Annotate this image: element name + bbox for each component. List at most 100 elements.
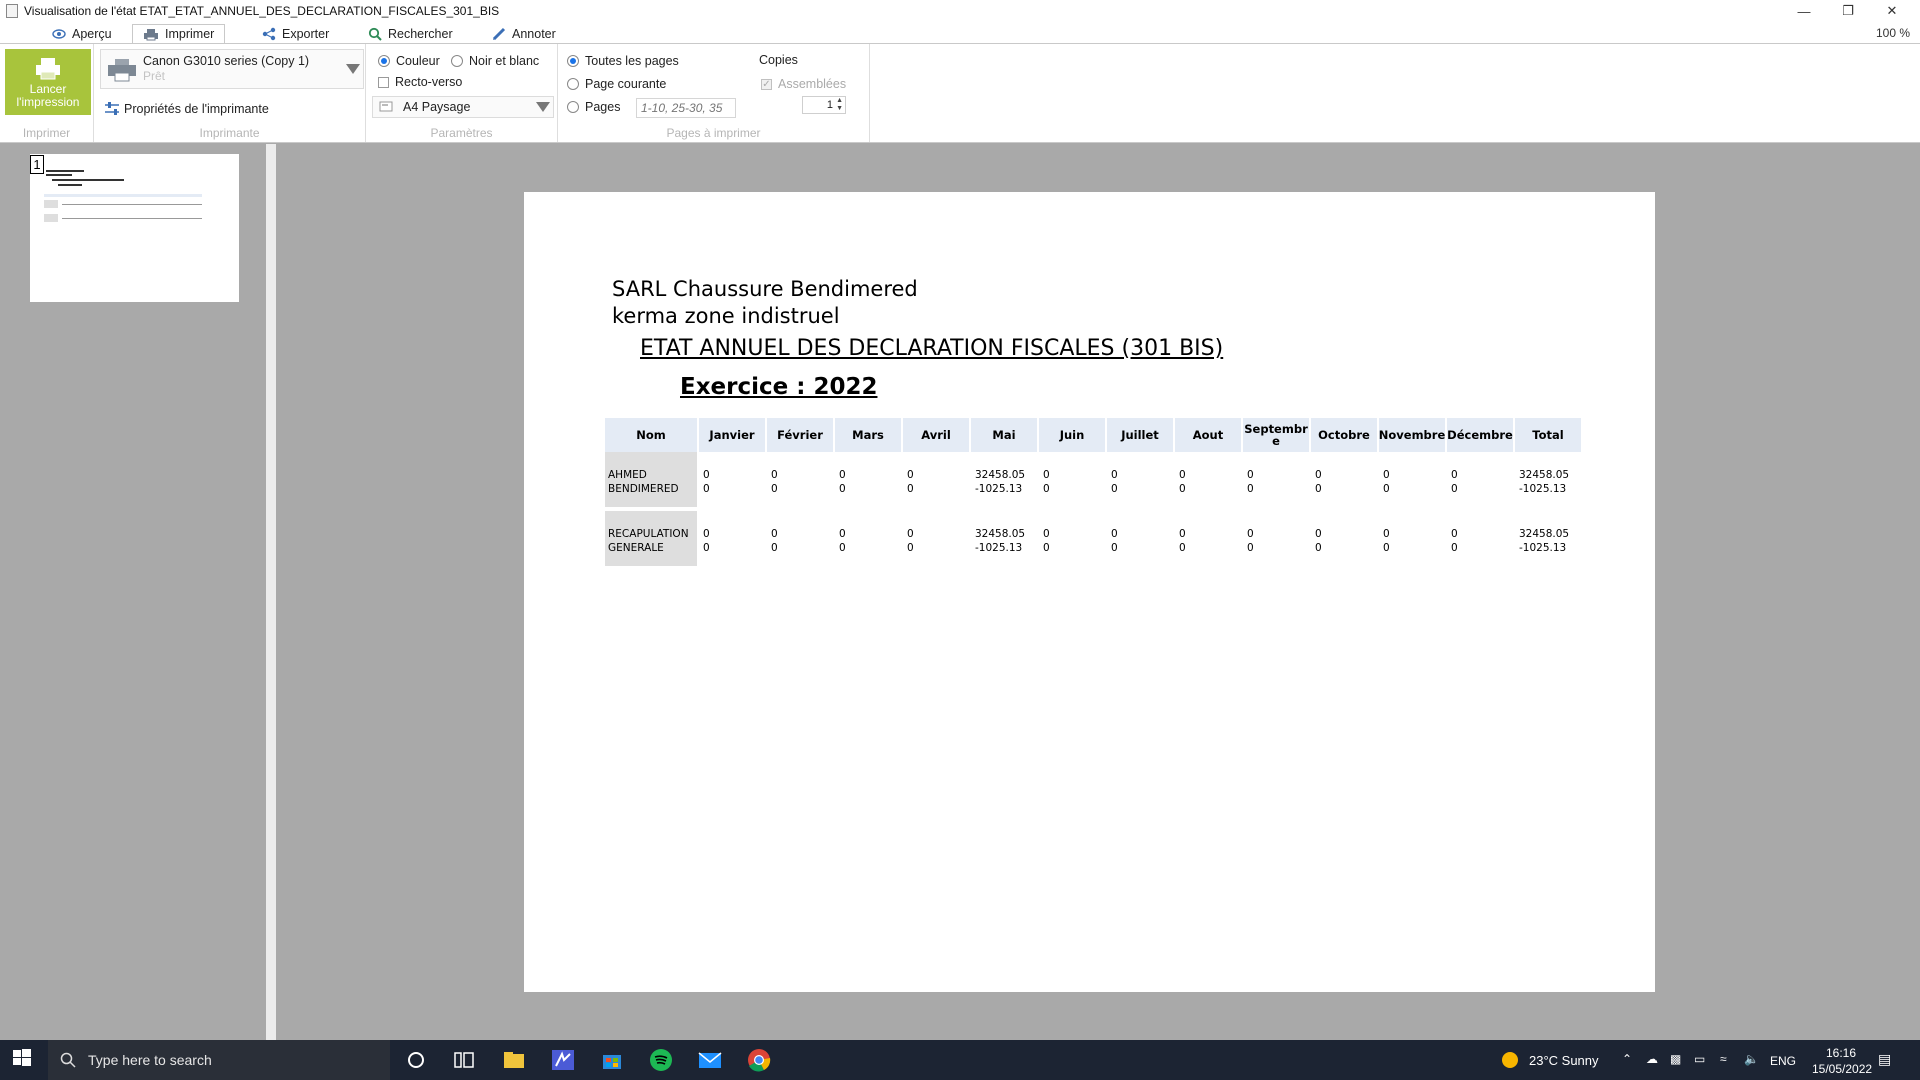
tab-imprimer[interactable]: Imprimer bbox=[132, 24, 226, 44]
row-name: RECAPULATION GENERALE bbox=[608, 528, 689, 554]
copies-stepper[interactable]: 1 ▲ ▼ bbox=[802, 96, 846, 114]
duplex-option[interactable]: Recto-verso bbox=[378, 75, 462, 89]
all-pages-label: Toutes les pages bbox=[585, 54, 679, 68]
printer-status: Prêt bbox=[143, 69, 166, 83]
table-cell: 00 bbox=[1451, 528, 1458, 554]
table-header-cell: Octobre bbox=[1311, 418, 1379, 452]
pane-splitter[interactable] bbox=[266, 144, 276, 1040]
radio-current-page[interactable] bbox=[567, 78, 579, 90]
window-title: Visualisation de l'état ETAT_ETAT_ANNUEL… bbox=[24, 4, 500, 18]
table-cell: 00 bbox=[1383, 469, 1390, 495]
chevron-up-icon[interactable]: ⌃ bbox=[1622, 1052, 1632, 1066]
chrome-icon[interactable] bbox=[747, 1048, 771, 1072]
volume-icon[interactable]: 🔈 bbox=[1744, 1052, 1759, 1066]
tab-apercu-label: Aperçu bbox=[72, 27, 112, 41]
printer-icon bbox=[108, 59, 136, 82]
table-cell: 00 bbox=[907, 528, 914, 554]
tab-rechercher[interactable]: Rechercher bbox=[358, 24, 463, 44]
eye-icon bbox=[52, 29, 66, 39]
notification-icon[interactable]: ▤ bbox=[1878, 1051, 1891, 1068]
app-icon[interactable] bbox=[551, 1048, 575, 1072]
paper-size-select[interactable]: A4 Paysage bbox=[372, 96, 554, 118]
restore-button[interactable]: ❐ bbox=[1826, 0, 1870, 22]
pages-range-input[interactable] bbox=[636, 98, 736, 118]
close-button[interactable]: ✕ bbox=[1870, 0, 1914, 22]
table-header-cell: Mars bbox=[835, 418, 903, 452]
language-indicator[interactable]: ENG bbox=[1770, 1054, 1796, 1068]
table-header-cell: Septembr e bbox=[1243, 418, 1311, 452]
table-header-row: Nom Janvier Février Mars Avril Mai Juin Juillet… bbox=[605, 418, 1583, 452]
tab-exporter[interactable]: Exporter bbox=[252, 24, 339, 44]
table-cell: 00 bbox=[1043, 469, 1050, 495]
report-page: SARL Chaussure Bendimered kerma zone ind… bbox=[524, 192, 1655, 992]
color-label: Couleur bbox=[396, 54, 440, 68]
radio-pages[interactable] bbox=[567, 101, 579, 113]
company-address: kerma zone indistruel bbox=[612, 304, 840, 328]
group-label-pages: Pages à imprimer bbox=[666, 126, 761, 140]
sun-icon[interactable] bbox=[1500, 1050, 1520, 1070]
table-cell: 00 bbox=[771, 469, 778, 495]
chevron-down-icon[interactable] bbox=[533, 97, 553, 117]
table-header-cell: Juillet bbox=[1107, 418, 1175, 452]
task-view-icon[interactable] bbox=[452, 1048, 476, 1072]
radio-all-pages[interactable] bbox=[567, 55, 579, 67]
wifi-icon[interactable]: ≈ bbox=[1720, 1052, 1727, 1066]
table-cell: 00 bbox=[1043, 528, 1050, 554]
all-pages-option[interactable]: Toutes les pages bbox=[567, 54, 679, 68]
checkbox-duplex[interactable] bbox=[378, 76, 389, 88]
table-cell: 32458.05 -1025.13 bbox=[975, 528, 1026, 554]
checkbox-collated[interactable]: ✓ bbox=[761, 78, 772, 90]
printer-icon bbox=[36, 58, 60, 80]
print-button-label: Lancer l'impression bbox=[16, 82, 80, 109]
radio-color[interactable] bbox=[378, 55, 390, 67]
table-cell: 00 bbox=[1247, 528, 1254, 554]
table-cell: 32458.05 -1025.13 bbox=[1519, 469, 1570, 495]
clock[interactable]: 16:16 15/05/2022 bbox=[1812, 1045, 1872, 1077]
print-button[interactable]: Lancer l'impression bbox=[5, 49, 91, 115]
radio-bw[interactable] bbox=[451, 55, 463, 67]
printer-name: Canon G3010 series (Copy 1) bbox=[143, 54, 310, 68]
chevron-down-icon[interactable] bbox=[343, 50, 363, 88]
pages-option[interactable]: Pages bbox=[567, 100, 620, 114]
collated-label: Assemblées bbox=[778, 77, 847, 91]
cloud-icon[interactable]: ☁ bbox=[1646, 1052, 1658, 1066]
zoom-level: 100 % bbox=[1875, 26, 1910, 40]
battery-icon[interactable]: ▭ bbox=[1694, 1052, 1705, 1066]
windows-start-icon[interactable] bbox=[12, 1048, 36, 1072]
file-explorer-icon[interactable] bbox=[502, 1048, 526, 1072]
copies-label: Copies bbox=[759, 53, 798, 67]
stepper-arrows-icon[interactable]: ▲ ▼ bbox=[836, 97, 843, 113]
tab-annoter[interactable]: Annoter bbox=[482, 24, 566, 44]
group-label-params: Paramètres bbox=[430, 126, 493, 140]
bw-option[interactable]: Noir et blanc bbox=[451, 54, 539, 68]
spotify-icon[interactable] bbox=[649, 1048, 673, 1072]
device-icon[interactable]: ▩ bbox=[1670, 1052, 1681, 1066]
table-header-cell: Total bbox=[1515, 418, 1583, 452]
printer-properties-button[interactable]: Propriétés de l'imprimante bbox=[104, 102, 269, 116]
search-icon bbox=[60, 1052, 76, 1068]
paper-size-value: A4 Paysage bbox=[403, 100, 471, 114]
table-cell: 00 bbox=[1451, 469, 1458, 495]
color-option[interactable]: Couleur bbox=[378, 54, 440, 68]
mail-icon[interactable] bbox=[698, 1048, 722, 1072]
table-cell: 00 bbox=[771, 528, 778, 554]
clock-time: 16:16 bbox=[1825, 1046, 1857, 1060]
table-cell: 00 bbox=[1315, 528, 1322, 554]
table-cell: 32458.05 -1025.13 bbox=[1519, 528, 1570, 554]
printer-select[interactable]: Canon G3010 series (Copy 1) Prêt bbox=[100, 49, 364, 89]
group-label-print: Imprimer bbox=[22, 126, 71, 140]
weather-text[interactable]: 23°C Sunny bbox=[1529, 1053, 1599, 1068]
store-icon[interactable] bbox=[600, 1048, 624, 1072]
minimize-button[interactable]: — bbox=[1782, 0, 1826, 22]
printer-properties-label: Propriétés de l'imprimante bbox=[124, 102, 269, 116]
ribbon-tabs: Aperçu Imprimer Exporter Rechercher Anno… bbox=[0, 22, 1920, 44]
cortana-icon[interactable] bbox=[404, 1048, 428, 1072]
tab-apercu[interactable]: Aperçu bbox=[42, 24, 122, 44]
page-thumbnail[interactable] bbox=[30, 154, 239, 302]
current-page-option[interactable]: Page courante bbox=[567, 77, 666, 91]
collated-option[interactable]: ✓ Assemblées bbox=[761, 77, 846, 91]
row-name: AHMED BENDIMERED bbox=[608, 469, 679, 495]
taskbar-search[interactable]: Type here to search bbox=[48, 1040, 390, 1080]
current-page-label: Page courante bbox=[585, 77, 667, 91]
table-header-cell: Février bbox=[767, 418, 835, 452]
